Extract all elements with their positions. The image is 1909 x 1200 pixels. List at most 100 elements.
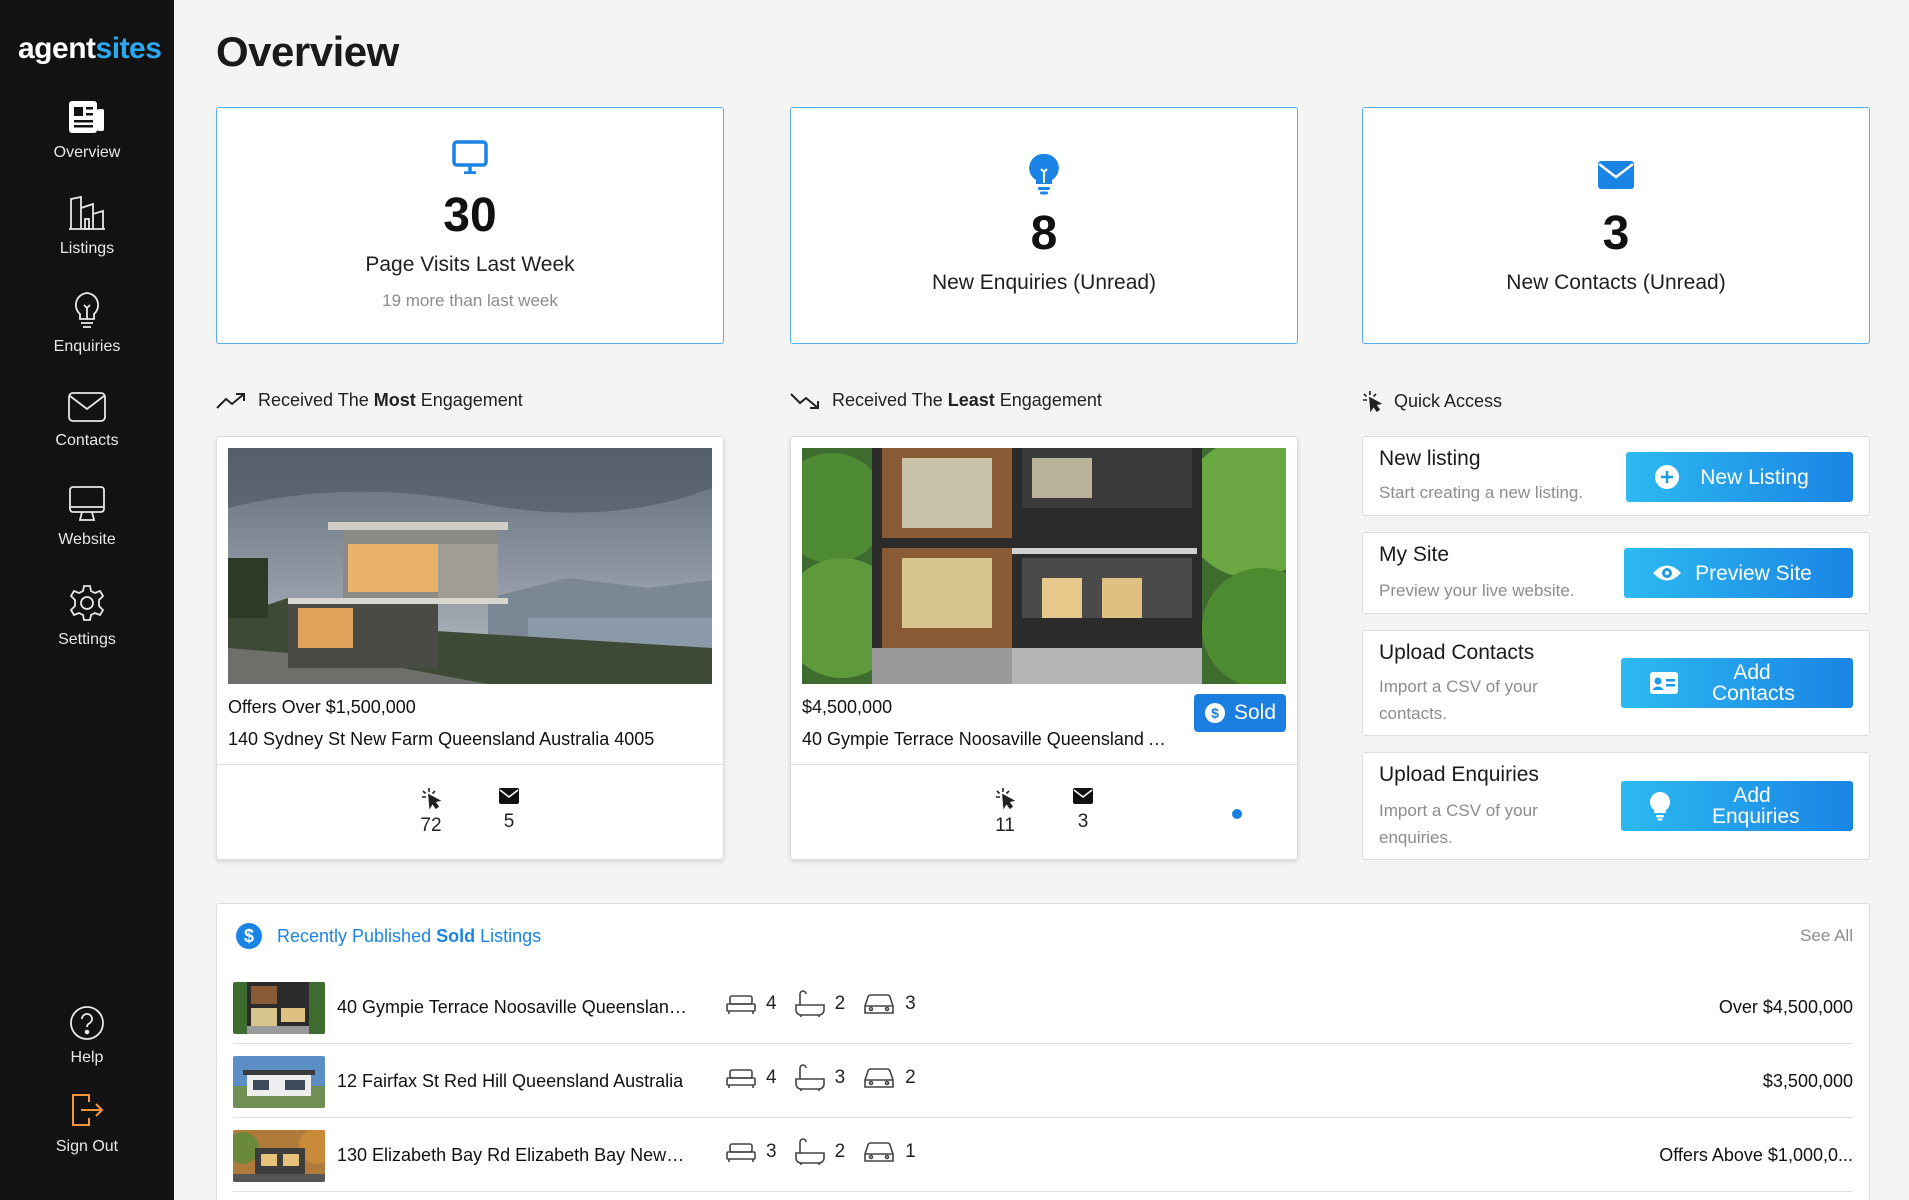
qa-description: Start creating a new listing. xyxy=(1379,483,1584,502)
quick-access-my-site: My Site Preview your live website. Previ… xyxy=(1362,532,1870,614)
listing-thumbnail xyxy=(233,1056,325,1108)
row-features: 3 2 1 xyxy=(726,1138,916,1166)
stat-label: New Enquiries (Unread) xyxy=(931,271,1157,294)
svg-text:$: $ xyxy=(244,926,254,946)
logo-text-part1: agent xyxy=(18,32,96,65)
sold-badge: $ Sold xyxy=(1193,694,1286,732)
bath-count: 2 xyxy=(834,1141,846,1162)
preview-site-button[interactable]: Preview Site xyxy=(1624,548,1853,598)
quick-access-upload-enquiries: Upload Enquiries Import a CSV of your en… xyxy=(1362,752,1870,860)
listing-thumbnail xyxy=(233,982,325,1034)
dollar-circle-icon: $ xyxy=(236,923,262,949)
car-icon xyxy=(864,1142,894,1162)
nav-website[interactable]: Website xyxy=(0,485,174,549)
quick-access-text: Quick Access xyxy=(1394,390,1503,411)
add-enquiries-button-label: Add Enquiries xyxy=(1712,784,1800,828)
nav-listings[interactable]: Listings xyxy=(0,194,174,258)
new-listing-button-label: New Listing xyxy=(1700,465,1809,489)
nav-sign-out[interactable]: Sign Out xyxy=(0,1090,174,1156)
envelope-icon xyxy=(499,788,519,804)
bath-icon xyxy=(794,1138,825,1165)
heading-bold: Most xyxy=(373,390,416,410)
row-price: $3,500,000 xyxy=(1762,1071,1853,1091)
lightbulb-icon xyxy=(1650,792,1670,821)
card-divider xyxy=(217,764,723,765)
qa-description: Import a CSV of your contacts. xyxy=(1379,677,1538,723)
quick-access-heading: Quick Access xyxy=(1362,390,1502,412)
stat-card-new-enquiries[interactable]: 8 New Enquiries (Unread) xyxy=(790,107,1298,344)
trend-down-icon xyxy=(790,392,819,409)
svg-text:$: $ xyxy=(1211,705,1219,721)
contact-card-icon xyxy=(1650,672,1678,694)
envelope-icon xyxy=(1073,788,1093,804)
clicks-count: 72 xyxy=(420,815,442,836)
row-address: 40 Gympie Terrace Noosaville Queensland … xyxy=(337,997,687,1017)
nav-help-label: Help xyxy=(70,1049,104,1066)
heading-suffix: Engagement xyxy=(415,390,523,410)
preview-site-button-label: Preview Site xyxy=(1695,561,1812,585)
new-listing-button[interactable]: New Listing xyxy=(1626,452,1853,502)
help-icon xyxy=(70,1006,104,1040)
add-enquiries-button[interactable]: Add Enquiries xyxy=(1621,781,1853,831)
bath-icon xyxy=(794,990,825,1017)
most-engagement-listing-card[interactable]: Offers Over $1,500,000 140 Sydney St New… xyxy=(216,436,724,860)
carousel-dot[interactable] xyxy=(1232,809,1242,819)
nav-listings-label: Listings xyxy=(59,240,115,257)
row-price: Over $4,500,000 xyxy=(1718,997,1853,1017)
nav-help[interactable]: Help xyxy=(0,1005,174,1067)
bed-icon xyxy=(726,1069,756,1088)
row-address: 130 Elizabeth Bay Rd Elizabeth Bay New S… xyxy=(337,1145,687,1165)
heading-bold: Least xyxy=(947,390,995,410)
nav-enquiries-label: Enquiries xyxy=(53,338,121,355)
table-row[interactable]: 40 Gympie Terrace Noosaville Queensland … xyxy=(233,970,1853,1044)
see-all-link[interactable]: See All xyxy=(1800,926,1853,946)
recent-sold-heading-text: Recently Published Sold Listings xyxy=(277,926,541,947)
least-engagement-heading: Received The Least Engagement xyxy=(790,390,1102,411)
nav-enquiries[interactable]: Enquiries xyxy=(0,290,174,356)
row-features: 4 2 3 xyxy=(726,990,916,1018)
lightbulb-icon xyxy=(791,153,1297,195)
stat-card-page-visits[interactable]: 30 Page Visits Last Week 19 more than la… xyxy=(216,107,724,344)
heading-suffix: Listings xyxy=(475,925,542,946)
stat-value: 30 xyxy=(443,189,497,242)
envelope-icon xyxy=(1363,160,1869,190)
monitor-icon xyxy=(217,140,723,174)
sold-badge-label: Sold xyxy=(1233,701,1276,724)
recent-sold-listings-panel: $ Recently Published Sold Listings See A… xyxy=(216,903,1870,1200)
dollar-circle-icon: $ xyxy=(1204,703,1225,723)
heading-prefix: Received The xyxy=(258,390,374,410)
bed-icon xyxy=(726,995,756,1014)
envelope-outline-icon xyxy=(68,392,106,422)
trend-up-icon xyxy=(216,392,245,409)
nav-settings[interactable]: Settings xyxy=(0,583,174,649)
nav-contacts[interactable]: Contacts xyxy=(0,390,174,450)
bed-count: 3 xyxy=(766,1141,777,1162)
least-engagement-text: Received The Least Engagement xyxy=(832,390,1102,411)
least-engagement-listing-card[interactable]: $4,500,000 $ Sold 40 Gympie Terrace Noos… xyxy=(790,436,1298,860)
sidebar: agentsites Overview Listings Enquiries C… xyxy=(0,0,174,1200)
heading-suffix: Engagement xyxy=(994,390,1102,410)
listing-address: 40 Gympie Terrace Noosaville Queensland … xyxy=(802,729,1174,749)
stat-card-new-contacts[interactable]: 3 New Contacts (Unread) xyxy=(1362,107,1870,344)
qa-description: Import a CSV of your enquiries. xyxy=(1379,801,1538,847)
plus-circle-icon xyxy=(1655,465,1679,489)
listing-enquiries-metric: 5 xyxy=(479,787,539,833)
bath-count: 2 xyxy=(834,993,846,1014)
nav-website-label: Website xyxy=(58,531,116,548)
car-count: 3 xyxy=(905,993,916,1014)
brand-logo[interactable]: agentsites xyxy=(18,32,162,66)
row-address: 12 Fairfax St Red Hill Queensland Austra… xyxy=(337,1071,684,1091)
listing-thumbnail xyxy=(233,1130,325,1182)
newspaper-icon xyxy=(69,101,104,133)
add-contacts-button[interactable]: Add Contacts xyxy=(1621,658,1853,708)
nav-sign-out-label: Sign Out xyxy=(55,1138,119,1155)
qa-description: Preview your live website. xyxy=(1379,581,1575,600)
stat-label: New Contacts (Unread) xyxy=(1506,271,1726,294)
listing-price: $4,500,000 xyxy=(802,697,893,717)
table-row[interactable]: 130 Elizabeth Bay Rd Elizabeth Bay New S… xyxy=(233,1118,1853,1192)
lightbulb-outline-icon xyxy=(75,292,99,328)
heading-bold: Sold xyxy=(436,925,476,946)
table-row[interactable]: 12 Fairfax St Red Hill Queensland Austra… xyxy=(233,1044,1853,1118)
nav-overview[interactable]: Overview xyxy=(0,98,174,162)
sign-out-icon xyxy=(72,1094,104,1126)
